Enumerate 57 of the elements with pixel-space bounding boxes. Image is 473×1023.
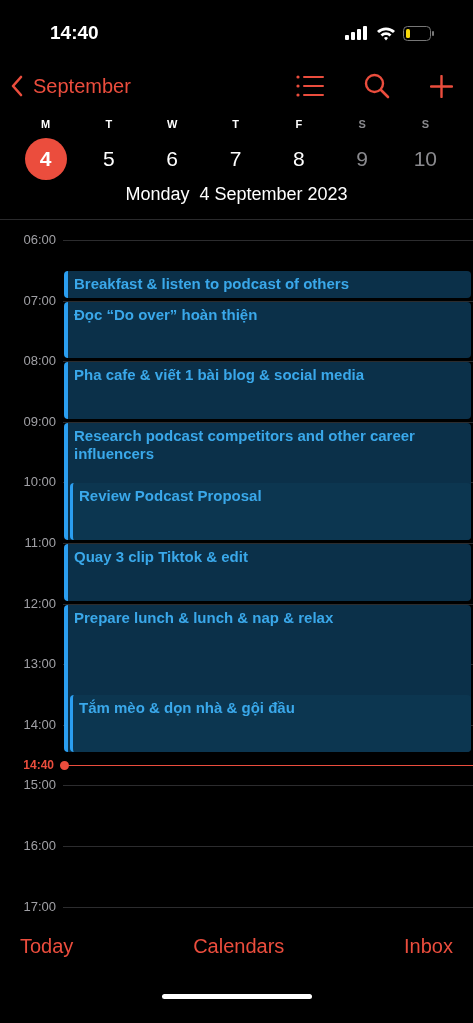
event-block[interactable]: Pha cafe & viết 1 bài blog & social media — [64, 362, 471, 419]
day-number[interactable]: 9 — [341, 138, 384, 180]
hour-label: 17:00 — [22, 898, 56, 915]
hour-label: 06:00 — [22, 232, 56, 248]
tab-button[interactable]: Calendars — [193, 934, 285, 958]
hour-label: 15:00 — [22, 777, 56, 794]
event-block[interactable]: Quay 3 clip Tiktok & edit — [64, 544, 471, 601]
hour-label: 10:00 — [22, 474, 56, 491]
day-number[interactable]: 8 — [277, 138, 320, 180]
list-icon[interactable] — [296, 75, 324, 97]
tab-button[interactable]: Today — [20, 934, 74, 958]
date-label: 4 September 2023 — [199, 184, 348, 205]
battery-icon — [403, 25, 435, 41]
day-number[interactable]: 4 — [24, 138, 67, 180]
day-number[interactable]: 6 — [151, 138, 194, 180]
current-time-label: 14:40 — [22, 757, 54, 774]
event-block[interactable]: Review Podcast Proposal — [70, 483, 471, 540]
event-title: Breakfast & listen to podcast of others — [74, 275, 351, 294]
search-icon[interactable] — [364, 73, 390, 99]
add-icon[interactable] — [430, 74, 453, 98]
status-time: 14:40 — [50, 22, 99, 44]
weekday-letter: M — [41, 118, 51, 130]
wifi-icon — [376, 25, 396, 41]
weekday-letter: T — [105, 118, 113, 130]
event-block[interactable]: Prepare lunch & lunch & nap & relax Tắm mèo & dọn nhà & gội đầu — [64, 604, 471, 753]
event-title: Research podcast competitors and other career influencers — [74, 426, 416, 463]
day-number[interactable]: 7 — [214, 138, 257, 180]
hour-label: 09:00 — [22, 413, 56, 430]
event-title: Quay 3 clip Tiktok & edit — [74, 548, 249, 566]
event-block[interactable]: Tắm mèo & dọn nhà & gội đầu — [70, 695, 471, 753]
hour-label: 16:00 — [22, 838, 56, 854]
weekday-letter: S — [421, 118, 429, 130]
weekday-label: Monday — [125, 184, 190, 205]
hour-label: 14:00 — [22, 716, 56, 733]
event-title: Tắm mèo & dọn nhà & gội đầu — [79, 699, 296, 718]
event-title: Pha cafe & viết 1 bài blog & social media — [74, 366, 366, 385]
weekday-letter: W — [167, 118, 178, 130]
weekday-letter: T — [232, 118, 239, 130]
hour-label: 08:00 — [22, 353, 56, 370]
weekday-letter: F — [295, 118, 303, 130]
hour-label: 11:00 — [23, 535, 56, 551]
hour-label: 13:00 — [22, 656, 56, 673]
event-title: Prepare lunch & lunch & nap & relax — [74, 608, 335, 627]
back-button[interactable]: September — [10, 74, 131, 98]
event-title: Đọc “Do over” hoàn thiện — [74, 305, 259, 324]
event-block[interactable]: Breakfast & listen to podcast of others — [64, 271, 471, 298]
day-number[interactable]: 10 — [404, 138, 447, 180]
event-block[interactable]: Đọc “Do over” hoàn thiện — [64, 301, 471, 359]
signal-icon — [345, 26, 369, 40]
chevron-left-icon — [10, 75, 24, 97]
weekday-letter: S — [358, 118, 366, 130]
event-block[interactable]: Research podcast competitors and other career influencers Review Podcast Proposal — [64, 422, 471, 540]
hour-label: 07:00 — [22, 292, 56, 309]
event-title: Review Podcast Proposal — [79, 487, 263, 506]
hour-label: 12:00 — [22, 595, 56, 612]
day-number[interactable]: 5 — [87, 138, 130, 180]
tab-button[interactable]: Inbox — [404, 934, 453, 958]
